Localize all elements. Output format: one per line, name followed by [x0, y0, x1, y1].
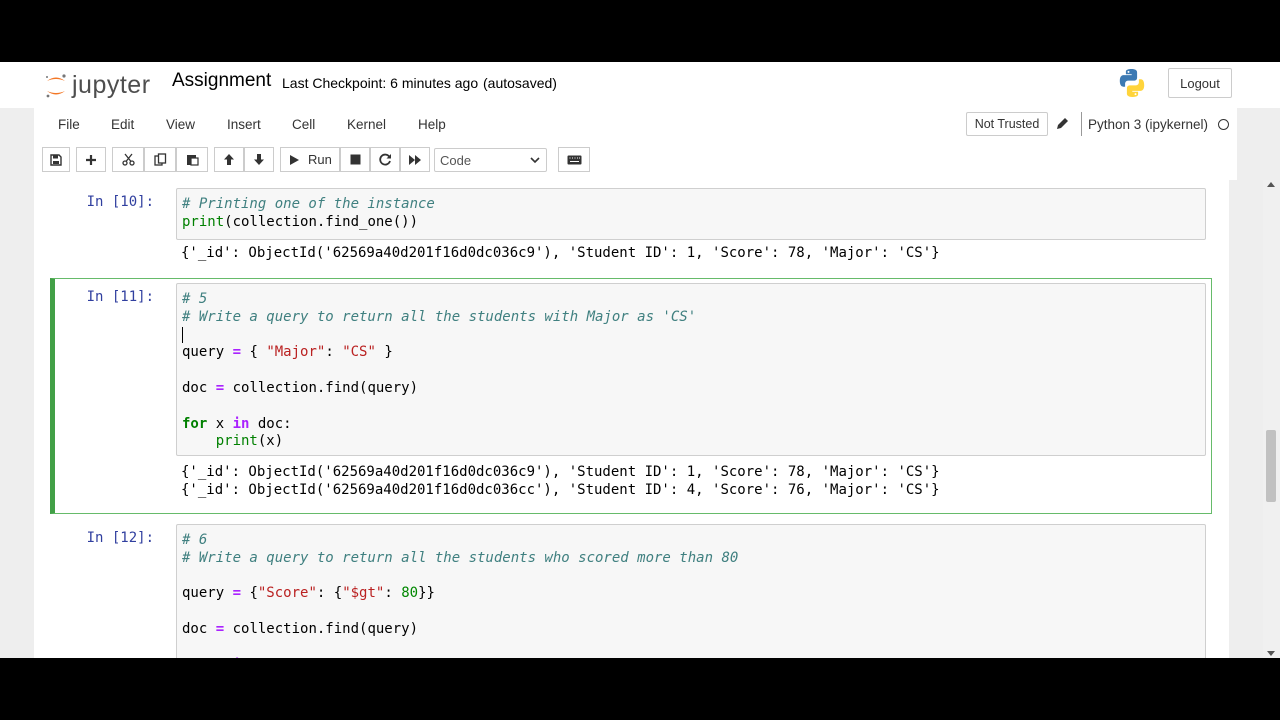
code-cell[interactable]: In [10]: # Printing one of the instance … — [34, 180, 1214, 272]
restart-run-all-button[interactable] — [400, 147, 430, 172]
code-line: for x in doc: — [182, 657, 292, 658]
code-line: query = {"Score": {"$gt": 80}} — [182, 585, 435, 602]
code-editor[interactable]: # Printing one of the instance print(col… — [182, 196, 435, 232]
notebook-container[interactable]: In [10]: # Printing one of the instance … — [34, 180, 1229, 658]
interrupt-kernel-button[interactable] — [340, 147, 370, 172]
menu-cell[interactable]: Cell — [292, 117, 315, 132]
cell-output: {'_id': ObjectId('62569a40d201f16d0dc036… — [181, 464, 940, 499]
logout-button[interactable]: Logout — [1168, 68, 1232, 98]
menubar: File Edit View Insert Cell Kernel Help N… — [34, 108, 1237, 142]
paste-icon — [186, 155, 199, 166]
notebook-scrollbar[interactable] — [1263, 180, 1280, 658]
cell-type-select[interactable]: Code — [434, 148, 547, 172]
code-line: query = { "Major": "CS" } — [182, 344, 393, 361]
code-line: # Write a query to return all the studen… — [182, 549, 739, 566]
arrow-up-icon — [224, 154, 234, 165]
scissors-icon — [121, 153, 135, 166]
menu-insert[interactable]: Insert — [227, 117, 261, 132]
toolbar: Run Code — [34, 142, 1237, 180]
python-logo-icon — [1116, 67, 1148, 99]
jupyter-window: jupyter Assignment Last Checkpoint: 6 mi… — [0, 62, 1280, 658]
restart-kernel-button[interactable] — [370, 147, 400, 172]
not-trusted-button[interactable]: Not Trusted — [966, 112, 1048, 136]
output-line: {'_id': ObjectId('62569a40d201f16d0dc036… — [181, 245, 940, 261]
plus-icon — [86, 154, 96, 165]
cell-input[interactable]: # Printing one of the instance print(col… — [176, 188, 1206, 240]
jupyter-logo-text: jupyter — [72, 70, 151, 99]
cell-output: {'_id': ObjectId('62569a40d201f16d0dc036… — [181, 245, 940, 263]
stop-icon — [350, 154, 360, 165]
fast-forward-icon — [409, 154, 421, 165]
menu-edit[interactable]: Edit — [111, 117, 134, 132]
move-up-button[interactable] — [214, 147, 244, 172]
text-cursor — [182, 326, 192, 343]
code-line: # Write a query to return all the studen… — [182, 308, 697, 325]
menu-help[interactable]: Help — [418, 117, 446, 132]
insert-cell-button[interactable] — [76, 147, 106, 172]
code-line: for x in doc: — [182, 415, 292, 432]
cell-input[interactable]: # 5 # Write a query to return all the st… — [176, 283, 1206, 456]
code-line: doc = collection.find(query) — [182, 620, 419, 637]
code-line: print(x) — [215, 433, 284, 450]
autosave-status: (autosaved) — [483, 75, 557, 91]
menu-file[interactable]: File — [58, 117, 80, 132]
scroll-up-arrow-icon[interactable] — [1267, 182, 1275, 187]
notebook-title[interactable]: Assignment — [172, 70, 271, 92]
arrow-down-icon — [254, 154, 264, 165]
edit-pencil-icon[interactable] — [1056, 116, 1070, 132]
code-line: print(collection.find_one()) — [182, 213, 419, 230]
output-line: {'_id': ObjectId('62569a40d201f16d0dc036… — [181, 481, 940, 498]
code-line: # 6 — [182, 532, 208, 548]
header: jupyter Assignment Last Checkpoint: 6 mi… — [0, 62, 1280, 108]
kernel-separator — [1081, 112, 1082, 136]
save-icon — [50, 153, 62, 166]
code-line: # 5 — [182, 291, 208, 307]
code-editor[interactable]: # 6 # Write a query to return all the st… — [182, 532, 738, 658]
checkpoint-status: Last Checkpoint: 6 minutes ago — [282, 75, 479, 91]
cell-type-value: Code — [440, 152, 472, 168]
cut-button[interactable] — [112, 147, 144, 172]
code-line: # Printing one of the instance — [182, 196, 435, 212]
play-icon — [290, 154, 299, 165]
input-prompt: In [12]: — [86, 530, 154, 546]
code-line: doc = collection.find(query) — [182, 379, 419, 396]
run-label: Run — [308, 152, 332, 167]
jupyter-logo-icon — [44, 73, 68, 98]
jupyter-logo[interactable]: jupyter — [44, 68, 151, 102]
command-palette-button[interactable] — [558, 147, 590, 172]
restart-icon — [378, 153, 391, 166]
kernel-idle-indicator-icon — [1218, 119, 1229, 130]
copy-icon — [153, 153, 166, 166]
paste-button[interactable] — [176, 147, 208, 172]
scrollbar-thumb[interactable] — [1266, 430, 1276, 502]
run-button[interactable]: Run — [280, 147, 340, 172]
input-prompt: In [10]: — [86, 194, 154, 210]
menu-kernel[interactable]: Kernel — [347, 117, 386, 132]
menu-view[interactable]: View — [166, 117, 195, 132]
chevron-down-icon — [530, 157, 540, 164]
move-down-button[interactable] — [244, 147, 274, 172]
keyboard-icon — [567, 155, 581, 164]
output-line: {'_id': ObjectId('62569a40d201f16d0dc036… — [181, 464, 940, 480]
input-prompt: In [11]: — [86, 289, 154, 305]
copy-button[interactable] — [144, 147, 176, 172]
save-button[interactable] — [42, 147, 70, 172]
code-cell[interactable]: In [11]: # 5 # Write a query to return a… — [34, 278, 1214, 514]
scroll-down-arrow-icon[interactable] — [1267, 651, 1275, 656]
kernel-name[interactable]: Python 3 (ipykernel) — [1088, 117, 1208, 132]
cell-input[interactable]: # 6 # Write a query to return all the st… — [176, 524, 1206, 658]
code-cell[interactable]: In [12]: # 6 # Write a query to return a… — [34, 520, 1214, 658]
code-editor[interactable]: # 5 # Write a query to return all the st… — [182, 291, 696, 451]
